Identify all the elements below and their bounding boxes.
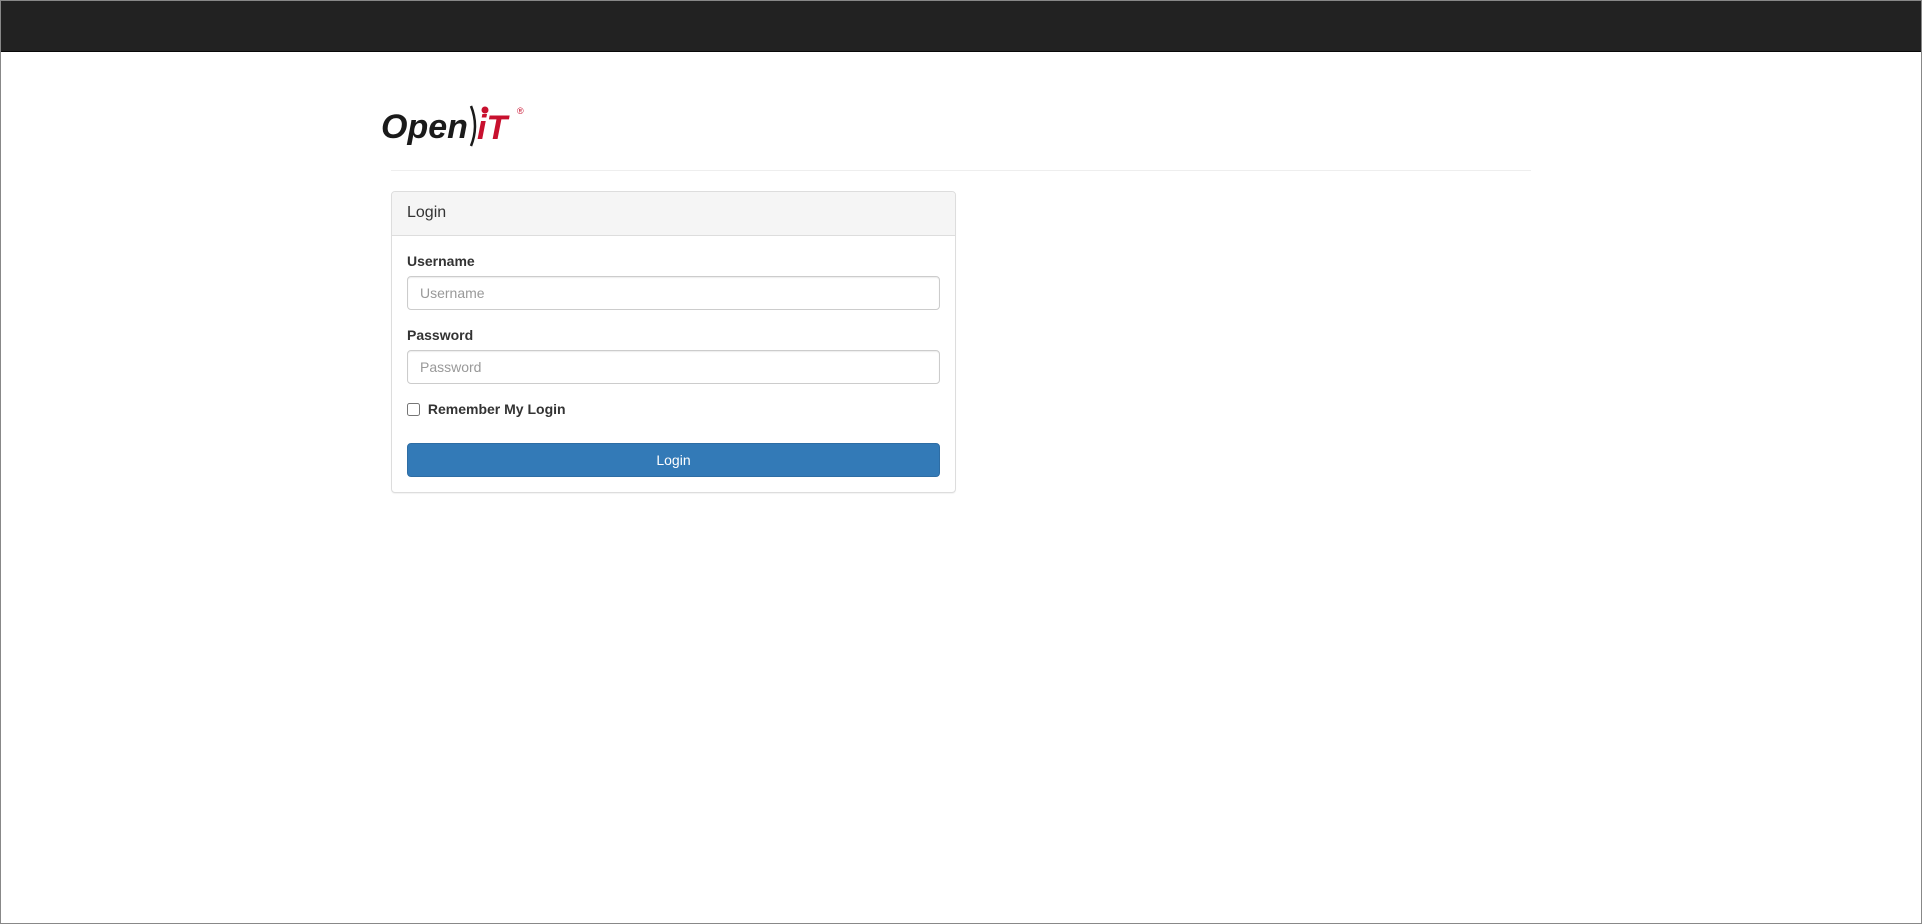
remember-checkbox[interactable] <box>407 403 420 416</box>
remember-wrapper[interactable]: Remember My Login <box>407 401 566 417</box>
panel-body: Username Password Remember My Login Logi… <box>392 236 955 492</box>
top-navbar <box>1 1 1921 52</box>
username-group: Username <box>407 251 940 310</box>
password-group: Password <box>407 325 940 384</box>
button-row: Login <box>407 443 940 477</box>
svg-text:iT: iT <box>477 109 510 147</box>
logo-wrapper: Open iT ® <box>391 102 1531 150</box>
login-button[interactable]: Login <box>407 443 940 477</box>
main-container: Open iT ® Login Username Password R <box>376 52 1546 528</box>
header-divider <box>391 170 1531 171</box>
password-input[interactable] <box>407 350 940 384</box>
remember-group: Remember My Login <box>407 399 940 419</box>
openit-logo: Open iT ® <box>381 102 1531 150</box>
panel-title: Login <box>392 192 955 236</box>
username-input[interactable] <box>407 276 940 310</box>
password-label: Password <box>407 325 473 345</box>
remember-label: Remember My Login <box>428 401 566 417</box>
username-label: Username <box>407 251 475 271</box>
login-panel: Login Username Password Remember My Logi… <box>391 191 956 493</box>
svg-text:Open: Open <box>381 108 468 146</box>
svg-text:®: ® <box>517 106 524 116</box>
